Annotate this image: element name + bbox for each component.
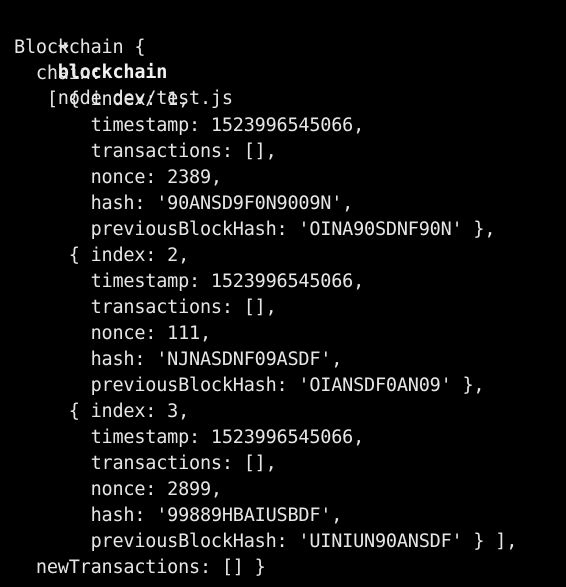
output-line: chain: — [14, 63, 102, 84]
output-line: previousBlockHash: 'OINA90SDNF90N' }, — [14, 219, 496, 240]
output-line: previousBlockHash: 'OIANSDF0AN09' }, — [14, 375, 485, 396]
output-line: Blockchain { — [14, 37, 146, 58]
output-line: [ { index: 1, — [14, 89, 190, 110]
output-line: nonce: 111, — [14, 323, 212, 344]
output-line: { index: 3, — [14, 401, 190, 422]
output-line: hash: '90ANSD9F0N9009N', — [14, 193, 354, 214]
output-line: hash: '99889HBAIUSBDF', — [14, 505, 343, 526]
terminal-window[interactable]: ➜ blockchain node dev/test.js Blockchain… — [0, 0, 566, 587]
output-line: timestamp: 1523996545066, — [14, 427, 365, 448]
output-line: nonce: 2899, — [14, 479, 222, 500]
output-line: timestamp: 1523996545066, — [14, 271, 365, 292]
output-line: hash: 'NJNASDNF09ASDF', — [14, 349, 343, 370]
output-line: newTransactions: [] } — [14, 557, 266, 578]
output-line: { index: 2, — [14, 245, 190, 266]
output-line: previousBlockHash: 'UINIUN90ANSDF' } ], — [14, 531, 518, 552]
prompt-line: ➜ blockchain node dev/test.js — [14, 8, 233, 109]
output-line: transactions: [], — [14, 141, 277, 162]
output-line: nonce: 2389, — [14, 167, 222, 188]
output-line: transactions: [], — [14, 453, 277, 474]
output-line: timestamp: 1523996545066, — [14, 115, 365, 136]
output-line: transactions: [], — [14, 297, 277, 318]
